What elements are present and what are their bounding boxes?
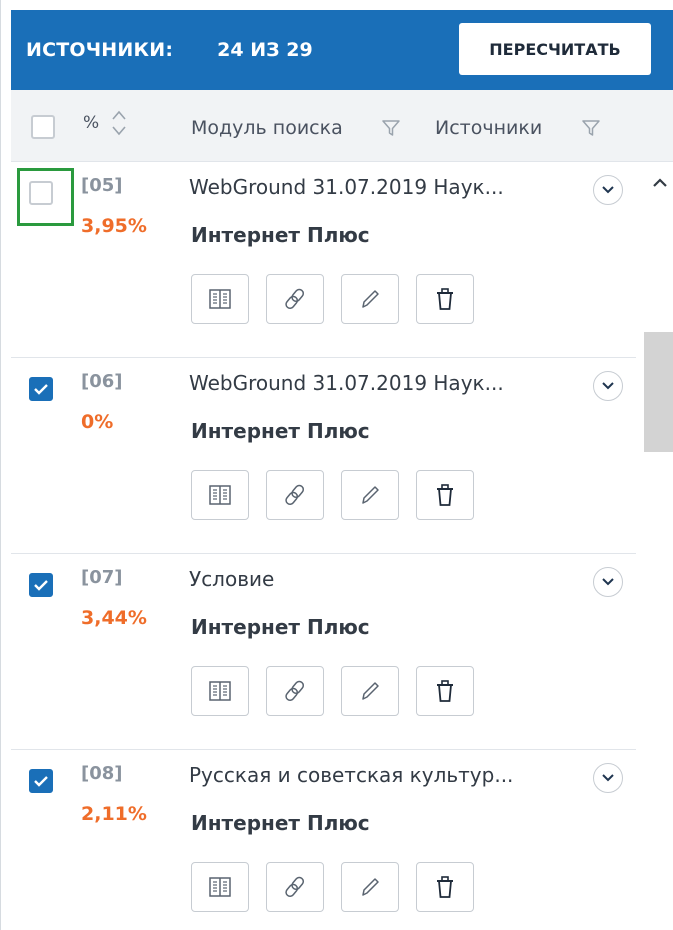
expand-button[interactable] <box>593 175 623 205</box>
link-icon <box>285 288 305 310</box>
row-actions <box>191 274 474 324</box>
list-item: [07] 3,44% Условие Интернет Плюс <box>11 554 636 750</box>
delete-button[interactable] <box>416 274 474 324</box>
edit-button[interactable] <box>341 862 399 912</box>
chevron-down-icon <box>602 186 614 194</box>
recalculate-button[interactable]: ПЕРЕСЧИТАТЬ <box>459 23 651 75</box>
trash-icon <box>437 288 453 310</box>
source-name[interactable]: WebGround 31.07.2019 Наук... <box>189 175 504 199</box>
scrollbar-thumb[interactable] <box>644 332 673 452</box>
edit-button[interactable] <box>341 274 399 324</box>
delete-button[interactable] <box>416 470 474 520</box>
source-name[interactable]: WebGround 31.07.2019 Наук... <box>189 371 504 395</box>
trash-icon <box>437 680 453 702</box>
trash-icon <box>437 876 453 898</box>
module-column-label[interactable]: Модуль поиска <box>191 117 343 139</box>
pencil-icon <box>362 878 379 896</box>
view-document-button[interactable] <box>191 862 249 912</box>
column-header-row: % Модуль поиска Источники <box>11 90 673 162</box>
list-item: [06] 0% WebGround 31.07.2019 Наук... Инт… <box>11 358 636 554</box>
chevron-down-icon <box>602 382 614 390</box>
row-actions <box>191 862 474 912</box>
book-icon <box>209 485 231 505</box>
row-actions <box>191 666 474 716</box>
link-icon <box>285 680 305 702</box>
chevron-up-icon[interactable] <box>652 176 668 190</box>
pencil-icon <box>362 486 379 504</box>
sort-arrows-icon[interactable] <box>109 106 129 144</box>
source-percent: 3,44% <box>81 607 147 629</box>
chevron-down-icon <box>602 774 614 782</box>
source-percent: 0% <box>81 411 114 433</box>
sources-title: ИСТОЧНИКИ: <box>26 39 174 61</box>
expand-button[interactable] <box>593 371 623 401</box>
source-percent: 3,95% <box>81 215 147 237</box>
row-checkbox[interactable] <box>29 377 53 401</box>
sources-count: 24 ИЗ 29 <box>217 39 313 61</box>
book-icon <box>209 681 231 701</box>
sources-column-label[interactable]: Источники <box>435 117 542 139</box>
view-document-button[interactable] <box>191 470 249 520</box>
book-icon <box>209 289 231 309</box>
row-actions <box>191 470 474 520</box>
source-module: Интернет Плюс <box>191 615 370 639</box>
source-percent: 2,11% <box>81 803 147 825</box>
open-link-button[interactable] <box>266 470 324 520</box>
sources-panel: ИСТОЧНИКИ: 24 ИЗ 29 ПЕРЕСЧИТАТЬ % Модуль… <box>0 0 673 930</box>
list-item: [05] 3,95% WebGround 31.07.2019 Наук... … <box>11 162 636 358</box>
source-number: [06] <box>81 371 123 392</box>
expand-button[interactable] <box>593 567 623 597</box>
module-filter-icon[interactable] <box>381 118 401 142</box>
delete-button[interactable] <box>416 666 474 716</box>
checkmark-icon <box>34 776 48 787</box>
source-number: [08] <box>81 763 123 784</box>
checkmark-icon <box>34 384 48 395</box>
link-icon <box>285 876 305 898</box>
scrollbar[interactable] <box>644 162 673 930</box>
source-module: Интернет Плюс <box>191 811 370 835</box>
sources-list: [05] 3,95% WebGround 31.07.2019 Наук... … <box>11 162 636 930</box>
book-icon <box>209 877 231 897</box>
delete-button[interactable] <box>416 862 474 912</box>
source-name[interactable]: Русская и советская культур... <box>189 763 513 787</box>
row-checkbox[interactable] <box>29 181 53 205</box>
chevron-down-icon <box>602 578 614 586</box>
source-module: Интернет Плюс <box>191 223 370 247</box>
open-link-button[interactable] <box>266 274 324 324</box>
link-icon <box>285 484 305 506</box>
source-number: [05] <box>81 175 123 196</box>
open-link-button[interactable] <box>266 666 324 716</box>
checkmark-icon <box>34 580 48 591</box>
expand-button[interactable] <box>593 763 623 793</box>
sources-header: ИСТОЧНИКИ: 24 ИЗ 29 ПЕРЕСЧИТАТЬ <box>11 10 673 90</box>
list-item: [08] 2,11% Русская и советская культур..… <box>11 750 636 930</box>
view-document-button[interactable] <box>191 274 249 324</box>
percent-column-label[interactable]: % <box>83 113 99 133</box>
open-link-button[interactable] <box>266 862 324 912</box>
source-module: Интернет Плюс <box>191 419 370 443</box>
row-checkbox[interactable] <box>29 573 53 597</box>
pencil-icon <box>362 682 379 700</box>
select-all-checkbox[interactable] <box>31 115 55 139</box>
pencil-icon <box>362 290 379 308</box>
edit-button[interactable] <box>341 470 399 520</box>
sources-filter-icon[interactable] <box>581 118 601 142</box>
edit-button[interactable] <box>341 666 399 716</box>
source-name[interactable]: Условие <box>189 567 274 591</box>
trash-icon <box>437 484 453 506</box>
row-checkbox[interactable] <box>29 769 53 793</box>
view-document-button[interactable] <box>191 666 249 716</box>
source-number: [07] <box>81 567 123 588</box>
